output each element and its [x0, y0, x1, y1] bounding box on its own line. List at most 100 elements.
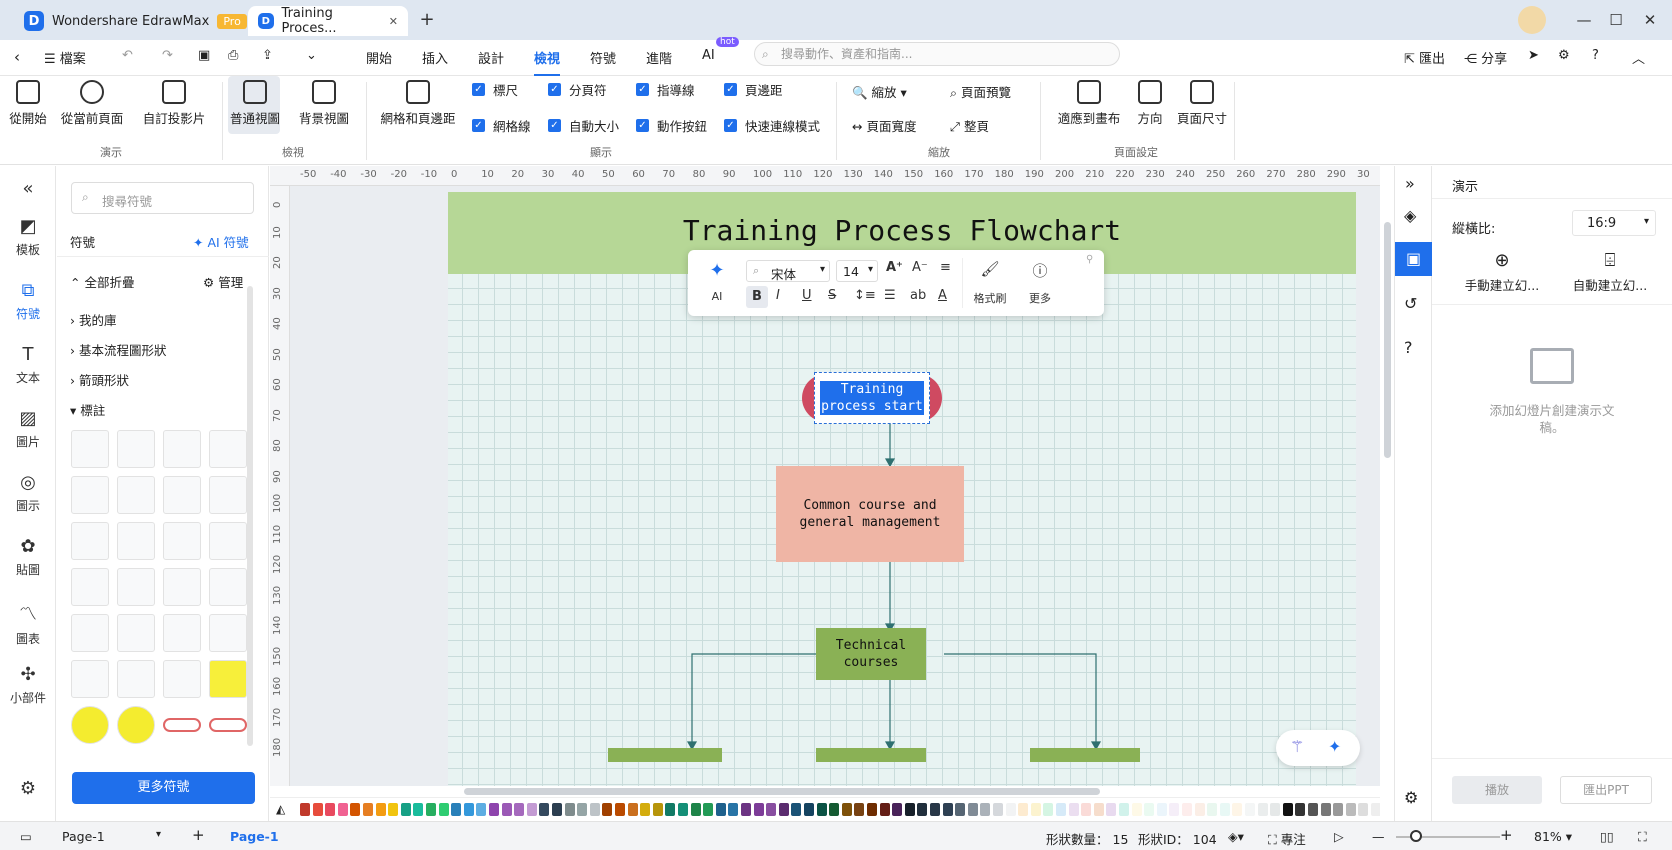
color-swatch[interactable] [564, 803, 575, 816]
color-swatch[interactable] [514, 803, 525, 816]
color-swatch[interactable] [1345, 803, 1356, 816]
color-swatch[interactable] [1005, 803, 1016, 816]
symbol-thumbnail[interactable] [209, 476, 247, 514]
symbol-thumbnail[interactable] [117, 660, 155, 698]
color-swatch[interactable] [665, 803, 676, 816]
color-swatch[interactable] [1282, 803, 1293, 816]
horizontal-scrollbar[interactable] [464, 788, 1100, 795]
page-select[interactable]: Page-1 ▾ [62, 829, 170, 844]
auto-create-slides-button[interactable]: ⌹ 自動建立幻... [1558, 250, 1662, 294]
save-icon[interactable]: ▣ [198, 48, 210, 63]
close-tab-icon[interactable]: ✕ [389, 15, 398, 28]
color-swatch[interactable] [778, 803, 789, 816]
symbol-thumbnail[interactable] [117, 430, 155, 468]
send-icon[interactable]: ➤ [1528, 48, 1539, 63]
color-swatch[interactable] [678, 803, 688, 816]
menu-symbols[interactable]: 符號 [590, 48, 616, 67]
color-swatch[interactable] [766, 803, 777, 816]
color-swatch[interactable] [526, 803, 537, 816]
present-from-start-button[interactable]: 從開始 [8, 80, 48, 127]
color-swatch[interactable] [1257, 803, 1268, 816]
color-swatch[interactable] [804, 803, 814, 816]
color-swatch[interactable] [602, 803, 613, 816]
color-swatch[interactable] [1106, 803, 1117, 816]
zoom-level[interactable]: 81% ▾ [1534, 829, 1572, 844]
symbol-thumbnail[interactable] [117, 568, 155, 606]
quick-access-dropdown-icon[interactable]: ⌄ [306, 48, 317, 63]
collapse-panel-icon[interactable]: « [0, 178, 56, 199]
book-view-icon[interactable]: ▯▯ [1600, 829, 1614, 844]
auto-size-checkbox[interactable]: ✓ 自動大小 [548, 116, 619, 135]
color-swatch[interactable] [577, 803, 588, 816]
page-break-checkbox[interactable]: ✓ 分頁符 [548, 80, 607, 99]
symbol-thumbnail[interactable] [163, 718, 201, 732]
color-swatch[interactable] [993, 803, 1003, 816]
page-width-button[interactable]: ↔ 頁面寬度 [852, 116, 916, 135]
expand-panel-icon[interactable]: » [1405, 174, 1415, 193]
symbol-thumbnail[interactable] [163, 430, 201, 468]
grid-margin-button[interactable]: 網格和頁邊距 [378, 80, 458, 127]
pin-icon[interactable]: ⚲ [1086, 254, 1093, 265]
color-swatch[interactable] [589, 803, 600, 816]
font-size-select[interactable]: 14 ▾ [836, 260, 878, 282]
color-swatch[interactable] [791, 803, 802, 816]
color-swatch[interactable] [715, 803, 726, 816]
color-swatch[interactable] [1093, 803, 1104, 816]
color-swatch[interactable] [476, 803, 487, 816]
settings-icon[interactable]: ⚙ [1558, 48, 1570, 63]
color-swatch[interactable] [1219, 803, 1230, 816]
back-icon[interactable]: ‹ [14, 48, 20, 66]
symbol-thumbnail[interactable] [163, 476, 201, 514]
margin-checkbox[interactable]: ✓ 頁邊距 [724, 80, 783, 99]
category-callouts[interactable]: ▾ 標註 [70, 400, 105, 419]
page-size-button[interactable]: 頁面尺寸 [1176, 80, 1228, 127]
color-swatch[interactable] [300, 803, 310, 816]
color-swatch[interactable] [1068, 803, 1079, 816]
color-swatch[interactable] [1144, 803, 1155, 816]
app-tab[interactable]: D Wondershare EdrawMax Pro [14, 6, 257, 36]
symbol-thumbnail[interactable] [71, 568, 109, 606]
sidebar-item-images[interactable]: ▨ 圖片 [0, 408, 56, 450]
symbol-thumbnail[interactable] [209, 718, 247, 732]
sidebar-item-icons[interactable]: ◎ 圖示 [0, 472, 56, 514]
sidebar-item-symbols[interactable]: ⧉ 符號 [0, 280, 56, 322]
color-swatch[interactable] [640, 803, 651, 816]
presentation-panel-icon[interactable]: ▣ [1395, 242, 1432, 276]
color-swatch[interactable] [463, 803, 474, 816]
quick-connect-checkbox[interactable]: ✓ 快速連線模式 [724, 116, 820, 135]
color-swatch[interactable] [942, 803, 953, 816]
color-swatch[interactable] [615, 803, 625, 816]
process-node-technical-courses[interactable]: Technical courses [816, 628, 926, 680]
color-swatch[interactable] [1056, 803, 1066, 816]
action-button-checkbox[interactable]: ✓ 動作按鈕 [636, 116, 707, 135]
color-swatch[interactable] [375, 803, 386, 816]
color-swatch[interactable] [1131, 803, 1142, 816]
decrease-font-icon[interactable]: A⁻ [912, 260, 928, 275]
avatar[interactable] [1518, 6, 1546, 34]
global-search-input[interactable]: 搜尋動作、資產和指南... [754, 42, 1120, 66]
color-swatch[interactable] [363, 803, 373, 816]
settings-gear-icon[interactable]: ⚙ [0, 778, 56, 799]
bullet-list-icon[interactable]: ☰ [884, 288, 896, 303]
symbol-thumbnail[interactable] [209, 660, 247, 698]
play-button[interactable]: 播放 [1452, 776, 1542, 804]
add-page-button[interactable]: + [192, 826, 205, 844]
menu-insert[interactable]: 插入 [422, 48, 448, 67]
color-swatch[interactable] [753, 803, 764, 816]
color-swatch[interactable] [438, 803, 449, 816]
color-swatch[interactable] [400, 803, 411, 816]
symbol-thumbnail[interactable] [117, 706, 155, 744]
sidebar-item-templates[interactable]: ◩ 模板 [0, 216, 56, 258]
symbol-thumbnail[interactable] [71, 614, 109, 652]
close-window-icon[interactable]: ✕ [1636, 8, 1664, 32]
color-swatch[interactable] [741, 803, 751, 816]
symbol-thumbnail[interactable] [163, 614, 201, 652]
color-swatch[interactable] [980, 803, 991, 816]
format-painter-icon[interactable]: 🖌 [970, 260, 1010, 278]
background-view-button[interactable]: 背景視圖 [296, 80, 352, 127]
color-swatch[interactable] [892, 803, 903, 816]
grid-line-checkbox[interactable]: ✓ 網格線 [472, 116, 531, 135]
color-swatch[interactable] [816, 803, 827, 816]
sidebar-item-stickers[interactable]: ✿ 貼圖 [0, 536, 56, 578]
sidebar-item-widgets[interactable]: ✣ 小部件 [0, 664, 56, 706]
